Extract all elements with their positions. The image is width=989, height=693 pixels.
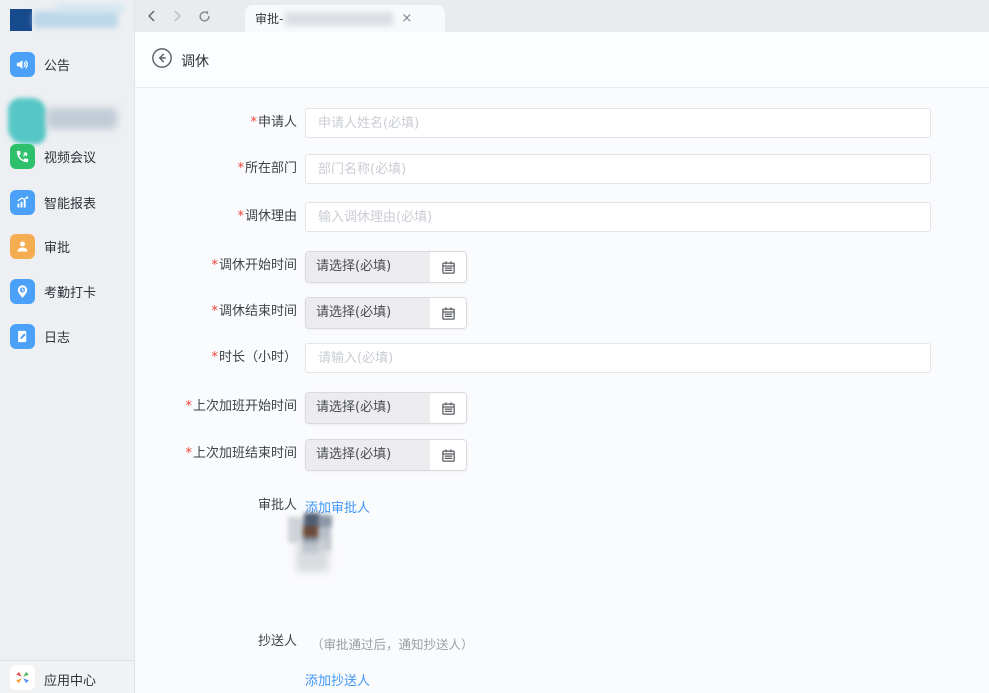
department-input[interactable] [305,154,931,184]
applicant-input[interactable] [305,108,931,138]
required-marker: * [185,446,192,461]
blurred-account-name [33,11,118,28]
journal-icon [10,324,35,349]
tab-title: 审批- [255,10,283,27]
sidebar-item-label: 审批 [44,237,70,256]
field-label: *申请人 [135,108,297,138]
datepicker-value: 请选择(必填) [306,440,430,470]
bar-chart-icon [10,190,35,215]
required-marker: * [211,304,218,319]
close-icon[interactable]: × [401,12,412,25]
cc-note: （审批通过后，通知抄送人） [311,634,474,653]
sidebar-item-label: 考勤打卡 [44,282,96,301]
field-label: *时长（小时） [135,343,297,373]
app-window: 公告 视频会议 智能报表 审批 [0,0,989,693]
nav-back-button[interactable] [143,7,161,25]
overtime-start-datepicker[interactable]: 请选择(必填) [305,392,467,424]
calendar-icon[interactable] [430,393,466,423]
overtime-end-datepicker[interactable]: 请选择(必填) [305,439,467,471]
field-label: *调休理由 [135,202,297,232]
datepicker-value: 请选择(必填) [306,252,430,282]
blurred-account-name-2 [55,4,125,12]
field-label: 抄送人 [135,633,297,651]
required-marker: * [250,115,257,130]
sidebar-item-app-center[interactable]: 应用中心 [0,660,134,693]
leave-start-datepicker[interactable]: 请选择(必填) [305,251,467,283]
location-pin-icon [10,279,35,304]
form-content: *申请人 *所在部门 *调休理由 *调休开始时间 请选择(必填) *调休结束时间 [135,88,989,693]
datepicker-value: 请选择(必填) [306,393,430,423]
blurred-tab-title [285,12,393,26]
sidebar-item-label: 视频会议 [44,147,96,166]
sidebar-item-label: 智能报表 [44,193,96,212]
field-label: *调休开始时间 [135,251,297,281]
calendar-icon[interactable] [430,252,466,282]
video-call-icon [10,144,35,169]
nav-forward-button[interactable] [168,7,186,25]
app-center-pinwheel-icon [10,665,35,690]
field-label: *所在部门 [135,154,297,184]
sidebar: 公告 视频会议 智能报表 审批 [0,0,135,693]
reason-input[interactable] [305,202,931,232]
tab-approval[interactable]: 审批- × [245,5,445,32]
back-button[interactable] [151,47,173,69]
required-marker: * [211,258,218,273]
sidebar-item-video-meeting[interactable]: 视频会议 [0,141,135,171]
sidebar-item-approval[interactable]: 审批 [0,231,135,261]
blurred-user-name [47,108,117,129]
sidebar-item-attendance[interactable]: 考勤打卡 [0,276,135,306]
calendar-icon[interactable] [430,298,466,328]
page-title: 调休 [181,51,209,71]
field-label: 审批人 [135,497,297,515]
required-marker: * [237,209,244,224]
required-marker: * [211,350,218,365]
sidebar-item-announcement[interactable]: 公告 [0,49,135,79]
page-header: 调休 [135,32,989,88]
app-center-label: 应用中心 [44,670,96,689]
blurred-approver-name [296,540,329,572]
leave-end-datepicker[interactable]: 请选择(必填) [305,297,467,329]
duration-input[interactable] [305,343,931,373]
field-label: *上次加班开始时间 [135,392,297,422]
required-marker: * [237,161,244,176]
blurred-user-avatar [8,98,46,144]
app-logo [10,9,32,31]
required-marker: * [185,399,192,414]
nav-refresh-button[interactable] [195,7,213,25]
sidebar-item-label: 日志 [44,327,70,346]
megaphone-icon [10,52,35,77]
add-cc-link[interactable]: 添加抄送人 [305,670,370,689]
person-icon [10,234,35,259]
field-label: *上次加班结束时间 [135,439,297,469]
datepicker-value: 请选择(必填) [306,298,430,328]
sidebar-item-label: 公告 [44,55,70,74]
sidebar-item-smart-report[interactable]: 智能报表 [0,187,135,217]
calendar-icon[interactable] [430,440,466,470]
browser-topbar: 审批- × [135,0,989,32]
field-label: *调休结束时间 [135,297,297,327]
sidebar-item-journal[interactable]: 日志 [0,321,135,351]
